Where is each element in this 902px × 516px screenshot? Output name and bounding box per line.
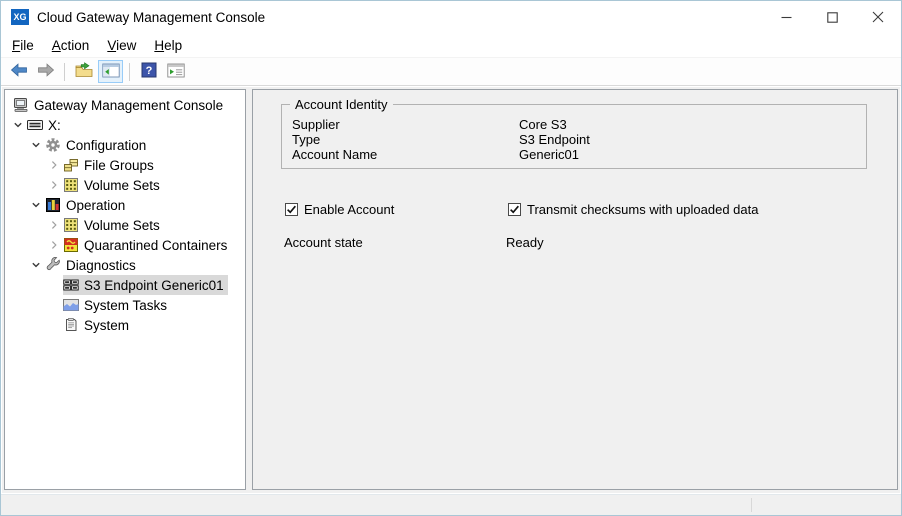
tree-item-label: Quarantined Containers <box>84 238 227 253</box>
enable-account-checkbox[interactable] <box>285 203 298 216</box>
chevron-down-icon[interactable] <box>27 255 45 275</box>
maximize-button[interactable] <box>809 1 855 33</box>
wrench-icon <box>45 257 61 273</box>
tree-item-label: System <box>84 318 129 333</box>
s3-endpoint-icon <box>63 277 79 293</box>
supplier-value: Core S3 <box>519 117 866 132</box>
chevron-placeholder <box>45 295 63 315</box>
main-area: Gateway Management Console X: Configurat… <box>2 87 900 493</box>
account-name-value: Generic01 <box>519 147 866 162</box>
window-controls <box>763 1 901 33</box>
supplier-label: Supplier <box>292 117 519 132</box>
tree-item-label: System Tasks <box>84 298 167 313</box>
toolbar-separator <box>129 63 130 81</box>
console-tree-panel: Gateway Management Console X: Configurat… <box>4 89 246 490</box>
tree-item-x-drive[interactable]: X: <box>5 115 245 135</box>
chevron-right-icon[interactable] <box>45 155 63 175</box>
account-identity-groupbox: Account Identity Supplier Core S3 Type S… <box>281 104 867 169</box>
file-groups-icon <box>63 157 79 173</box>
menu-view[interactable]: View <box>98 35 145 56</box>
tree-item-label: Gateway Management Console <box>34 98 223 113</box>
tree-item-label: S3 Endpoint Generic01 <box>84 278 224 293</box>
toolbar-separator <box>64 63 65 81</box>
title-bar: XG Cloud Gateway Management Console <box>1 1 901 33</box>
gear-icon <box>45 137 61 153</box>
show-action-pane-icon <box>167 63 185 81</box>
system-document-icon <box>63 317 79 333</box>
tree-item-operation[interactable]: Operation <box>5 195 245 215</box>
help-button[interactable]: ? <box>136 60 161 83</box>
minimize-button[interactable] <box>763 1 809 33</box>
tree-item-s3-endpoint-generic01[interactable]: S3 Endpoint Generic01 <box>5 275 245 295</box>
window-title: Cloud Gateway Management Console <box>37 10 265 25</box>
quarantined-containers-icon <box>63 237 79 253</box>
tree-item-volume-sets-operation[interactable]: Volume Sets <box>5 215 245 235</box>
export-folder-icon <box>75 62 93 81</box>
tree-item-label: Volume Sets <box>84 218 160 233</box>
volume-sets-icon <box>63 177 79 193</box>
forward-arrow-icon <box>37 63 55 80</box>
transmit-checksums-label: Transmit checksums with uploaded data <box>527 202 758 217</box>
tree-item-label: Volume Sets <box>84 178 160 193</box>
tree-item-system-tasks[interactable]: System Tasks <box>5 295 245 315</box>
tree-item-label: Operation <box>66 198 125 213</box>
chevron-down-icon[interactable] <box>27 135 45 155</box>
show-console-tree-button[interactable] <box>98 60 123 83</box>
enable-account-checkbox-group[interactable]: Enable Account <box>285 202 508 217</box>
application-window: XG Cloud Gateway Management Console File… <box>0 0 902 516</box>
console-root-icon <box>13 97 29 113</box>
transmit-checksums-checkbox-group[interactable]: Transmit checksums with uploaded data <box>508 202 758 217</box>
tree-item-label: Configuration <box>66 138 146 153</box>
account-name-label: Account Name <box>292 147 519 162</box>
status-bar <box>1 494 901 515</box>
status-bar-separator <box>751 498 752 512</box>
forward-button[interactable] <box>33 60 58 83</box>
back-button[interactable] <box>6 60 31 83</box>
chevron-down-icon[interactable] <box>27 195 45 215</box>
menu-file[interactable]: File <box>3 35 43 56</box>
tree-item-file-groups[interactable]: File Groups <box>5 155 245 175</box>
export-button[interactable] <box>71 60 96 83</box>
help-icon: ? <box>141 62 157 81</box>
menu-help[interactable]: Help <box>145 35 191 56</box>
menu-bar: File Action View Help <box>1 33 901 58</box>
chevron-placeholder <box>45 315 63 335</box>
chevron-placeholder <box>45 275 63 295</box>
show-console-tree-icon <box>102 63 120 81</box>
chevron-right-icon[interactable] <box>45 215 63 235</box>
bar-chart-icon <box>45 197 61 213</box>
toolbar: ? <box>1 58 901 86</box>
transmit-checksums-checkbox[interactable] <box>508 203 521 216</box>
type-value: S3 Endpoint <box>519 132 866 147</box>
tree-item-configuration[interactable]: Configuration <box>5 135 245 155</box>
system-tasks-icon <box>63 297 79 313</box>
tree-item-volume-sets-config[interactable]: Volume Sets <box>5 175 245 195</box>
tree-item-gateway-management-console[interactable]: Gateway Management Console <box>5 95 245 115</box>
tree-item-label: File Groups <box>84 158 154 173</box>
tree-item-diagnostics[interactable]: Diagnostics <box>5 255 245 275</box>
back-arrow-icon <box>10 63 28 80</box>
type-label: Type <box>292 132 519 147</box>
close-button[interactable] <box>855 1 901 33</box>
account-state-value: Ready <box>506 235 544 250</box>
tree-item-system[interactable]: System <box>5 315 245 335</box>
menu-action[interactable]: Action <box>43 35 99 56</box>
chevron-right-icon[interactable] <box>45 235 63 255</box>
chevron-down-icon[interactable] <box>9 115 27 135</box>
show-action-pane-button[interactable] <box>163 60 188 83</box>
tree-item-label: Diagnostics <box>66 258 136 273</box>
details-panel: Account Identity Supplier Core S3 Type S… <box>252 89 898 490</box>
drive-icon <box>27 117 43 133</box>
tree-item-quarantined-containers[interactable]: Quarantined Containers <box>5 235 245 255</box>
volume-sets-icon <box>63 217 79 233</box>
enable-account-label: Enable Account <box>304 202 394 217</box>
app-icon: XG <box>11 9 29 25</box>
svg-text:?: ? <box>145 65 152 77</box>
tree-item-label: X: <box>48 118 61 133</box>
groupbox-title: Account Identity <box>290 97 393 112</box>
account-state-label: Account state <box>284 235 506 250</box>
chevron-right-icon[interactable] <box>45 175 63 195</box>
